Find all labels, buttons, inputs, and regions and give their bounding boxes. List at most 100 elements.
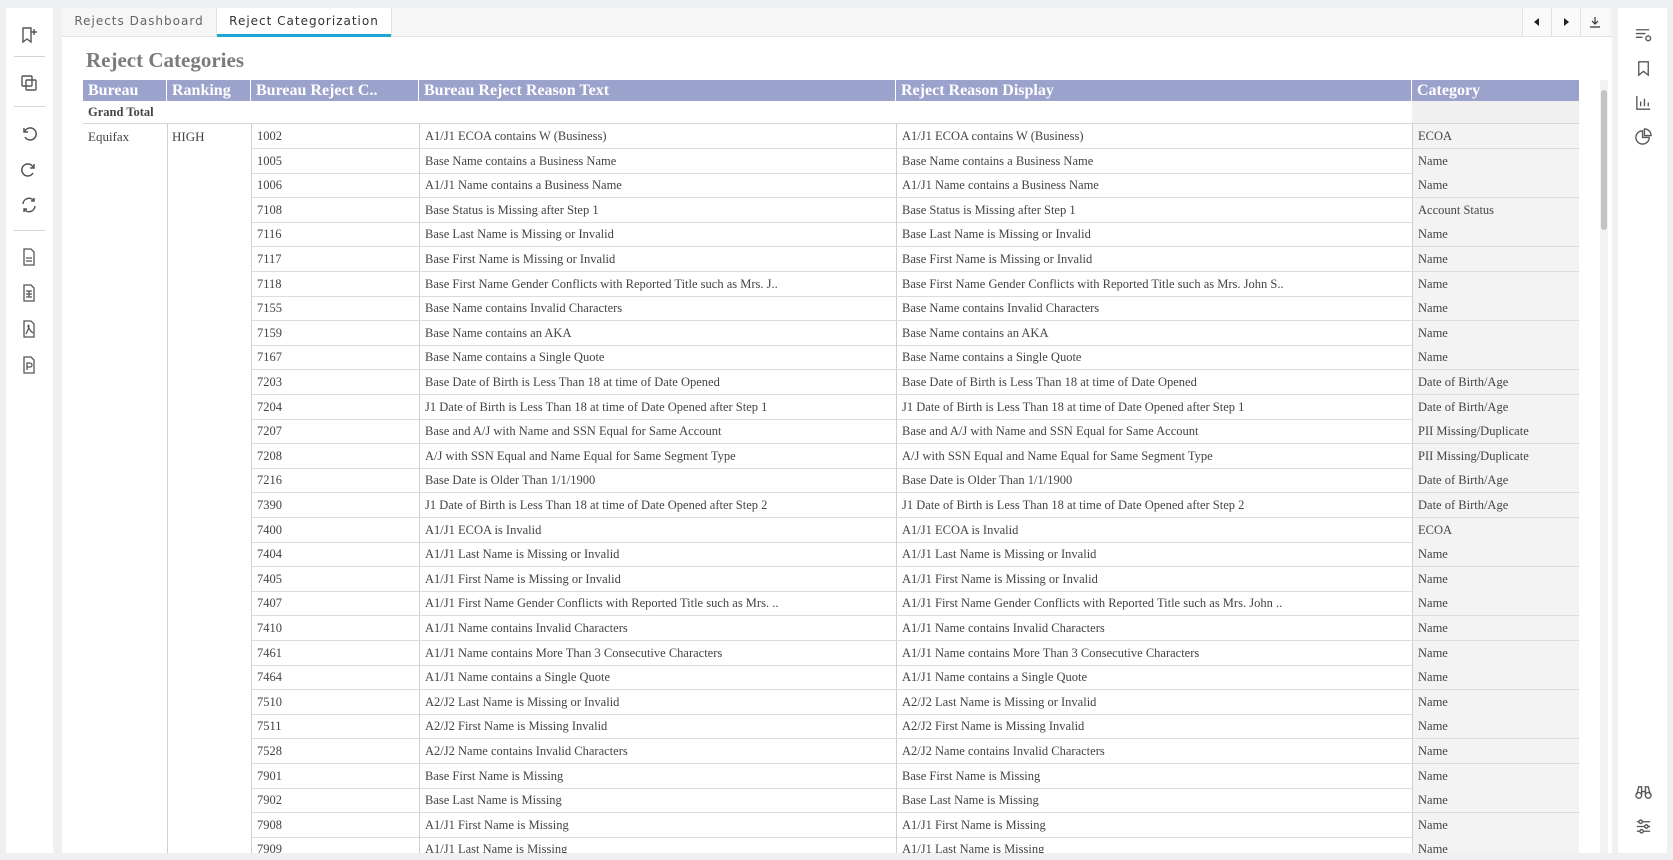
column-header-bureau[interactable]: Bureau — [83, 80, 167, 101]
reject-reason-text-cell: A1/J1 Name contains a Single Quote — [419, 665, 896, 690]
table-row[interactable]: 7407 A1/J1 First Name Gender Conflicts wi… — [251, 591, 1579, 617]
table-row[interactable]: 1002 A1/J1 ECOA contains W (Business) A1/J… — [251, 124, 1579, 149]
undo-icon[interactable] — [16, 120, 42, 146]
table-row[interactable]: 7108 Base Status is Missing after Step 1B… — [251, 197, 1579, 223]
right-toolbar — [1618, 8, 1667, 853]
reject-reason-display-cell: A/J with SSN Equal and Name Equal for Sa… — [896, 443, 1412, 468]
binoculars-icon[interactable] — [1631, 780, 1655, 804]
next-page-button[interactable] — [1551, 8, 1580, 36]
previous-page-button[interactable] — [1522, 8, 1551, 36]
table-row[interactable]: 7510 A2/J2 Last Name is Missing or Invali… — [251, 689, 1579, 715]
reject-reason-text-cell: Base Name contains an AKA — [419, 320, 896, 345]
table-row[interactable]: 7118 Base First Name Gender Conflicts wit… — [251, 271, 1579, 297]
tab-rejects-dashboard[interactable]: Rejects Dashboard — [62, 8, 216, 36]
table-row[interactable]: 7117 Base First Name is Missing or Invali… — [251, 247, 1579, 272]
reject-code-cell: 1002 — [251, 124, 419, 148]
duplicate-icon[interactable] — [16, 70, 42, 96]
category-cell: Date of Birth/Age — [1412, 370, 1579, 394]
table-row[interactable]: 7207 Base and A/J with Name and SSN Equal… — [251, 419, 1579, 445]
bookmark-icon[interactable] — [1631, 56, 1655, 80]
reject-reason-display-cell: A1/J1 Name contains More Than 3 Consecut… — [896, 640, 1412, 665]
column-header-ranking[interactable]: Ranking — [167, 80, 251, 101]
table-row[interactable]: 7208 A/J with SSN Equal and Name Equal fo… — [251, 443, 1579, 469]
download-button[interactable] — [1580, 8, 1609, 36]
refresh-icon[interactable] — [16, 192, 42, 218]
filter-settings-icon[interactable] — [1631, 22, 1655, 46]
category-cell: Name — [1412, 763, 1579, 788]
table-row[interactable]: 7203 Base Date of Birth is Less Than 18 a… — [251, 370, 1579, 395]
reject-code-cell: 7400 — [251, 517, 419, 542]
table-row[interactable]: 7901 Base First Name is Missing Base First… — [251, 763, 1579, 789]
reject-reason-display-cell: A1/J1 Last Name is Missing — [896, 837, 1412, 853]
category-cell: Name — [1412, 739, 1579, 763]
pie-chart-icon[interactable] — [1631, 124, 1655, 148]
add-bookmark-icon[interactable] — [16, 22, 42, 48]
reject-reason-text-cell: Base Name contains a Business Name — [419, 148, 896, 173]
category-cell: Name — [1412, 591, 1579, 616]
reject-reason-text-cell: Base First Name is Missing or Invalid — [419, 247, 896, 271]
table-row[interactable]: 1005 Base Name contains a Business Name Ba… — [251, 148, 1579, 174]
table-row[interactable]: 7155 Base Name contains Invalid Character… — [251, 296, 1579, 322]
column-header-reject-reason-text[interactable]: Bureau Reject Reason Text — [419, 80, 896, 101]
export-csv-icon[interactable] — [16, 244, 42, 270]
table-row[interactable]: 7909 A1/J1 Last Name is Missing A1/J1 Last… — [251, 837, 1579, 853]
reject-reason-text-cell: A1/J1 First Name is Missing — [419, 812, 896, 837]
reject-code-cell: 7155 — [251, 296, 419, 321]
export-pdf-icon[interactable] — [16, 316, 42, 342]
column-header-category[interactable]: Category — [1412, 80, 1579, 101]
tab-reject-categorization[interactable]: Reject Categorization — [216, 8, 392, 37]
category-cell: Name — [1412, 640, 1579, 665]
category-cell: Account Status — [1412, 197, 1579, 222]
reject-code-cell: 1005 — [251, 148, 419, 173]
reject-code-cell: 1006 — [251, 173, 419, 198]
reject-code-cell: 7108 — [251, 197, 419, 222]
table-row[interactable]: 7528 A2/J2 Name contains Invalid Characte… — [251, 739, 1579, 764]
table-row[interactable]: 7511 A2/J2 First Name is Missing Invalid A… — [251, 714, 1579, 740]
reject-code-cell: 7405 — [251, 566, 419, 591]
column-header-bureau-reject-code[interactable]: Bureau Reject C.. — [251, 80, 419, 101]
reject-code-cell: 7407 — [251, 591, 419, 616]
reject-code-cell: 7118 — [251, 271, 419, 296]
table-row[interactable]: 7167 Base Name contains a Single Quote Bas… — [251, 345, 1579, 371]
table-row[interactable]: 7404 A1/J1 Last Name is Missing or Invali… — [251, 542, 1579, 568]
table-row[interactable]: 7464 A1/J1 Name contains a Single Quote A1… — [251, 665, 1579, 691]
reject-code-cell: 7159 — [251, 320, 419, 345]
table-row[interactable]: 7461 A1/J1 Name contains More Than 3 Cons… — [251, 640, 1579, 666]
table-row[interactable]: 7410 A1/J1 Name contains Invalid Characte… — [251, 616, 1579, 641]
vertical-scrollbar[interactable] — [1600, 80, 1608, 853]
table-row[interactable]: 7908 A1/J1 First Name is Missing A1/J1 Fir… — [251, 812, 1579, 838]
reject-reason-text-cell: A2/J2 Last Name is Missing or Invalid — [419, 689, 896, 714]
table-row[interactable]: 7116 Base Last Name is Missing or Invalid… — [251, 222, 1579, 248]
category-cell: Name — [1412, 148, 1579, 173]
table-row[interactable]: 7902 Base Last Name is Missing Base Last N… — [251, 788, 1579, 814]
column-header-reject-reason-display[interactable]: Reject Reason Display — [896, 80, 1412, 101]
reject-code-cell: 7203 — [251, 370, 419, 394]
category-cell: Name — [1412, 566, 1579, 591]
export-ppt-icon[interactable] — [16, 352, 42, 378]
reject-reason-display-cell: Base Name contains a Business Name — [896, 148, 1412, 173]
reject-reason-text-cell: A1/J1 Name contains More Than 3 Consecut… — [419, 640, 896, 665]
scrollbar-thumb[interactable] — [1601, 90, 1607, 230]
category-cell: Name — [1412, 665, 1579, 690]
main-panel: Rejects Dashboard Reject Categorization … — [62, 8, 1612, 853]
reject-code-cell: 7207 — [251, 419, 419, 444]
category-cell: Date of Birth/Age — [1412, 493, 1579, 517]
bar-chart-icon[interactable] — [1631, 90, 1655, 114]
table-row[interactable]: 7159 Base Name contains an AKA Base Name c… — [251, 320, 1579, 346]
redo-icon[interactable] — [16, 156, 42, 182]
reject-reason-display-cell: Base Last Name is Missing or Invalid — [896, 222, 1412, 247]
ranking-cell: HIGH — [172, 129, 205, 144]
table-row[interactable]: 1006 A1/J1 Name contains a Business Name A… — [251, 173, 1579, 199]
reject-reason-display-cell: A2/J2 Name contains Invalid Characters — [896, 739, 1412, 763]
reject-code-cell: 7410 — [251, 616, 419, 640]
table-row[interactable]: 7400 A1/J1 ECOA is Invalid A1/J1 ECOA is I… — [251, 517, 1579, 543]
table-row[interactable]: 7405 A1/J1 First Name is Missing or Inval… — [251, 566, 1579, 592]
reject-reason-text-cell: A1/J1 Name contains Invalid Characters — [419, 616, 896, 640]
category-cell: Name — [1412, 689, 1579, 714]
reject-code-cell: 7204 — [251, 394, 419, 419]
table-row[interactable]: 7216 Base Date is Older Than 1/1/1900 Base… — [251, 468, 1579, 494]
sliders-icon[interactable] — [1631, 814, 1655, 838]
table-row[interactable]: 7390 J1 Date of Birth is Less Than 18 at … — [251, 493, 1579, 518]
table-row[interactable]: 7204 J1 Date of Birth is Less Than 18 at … — [251, 394, 1579, 420]
export-excel-icon[interactable] — [16, 280, 42, 306]
